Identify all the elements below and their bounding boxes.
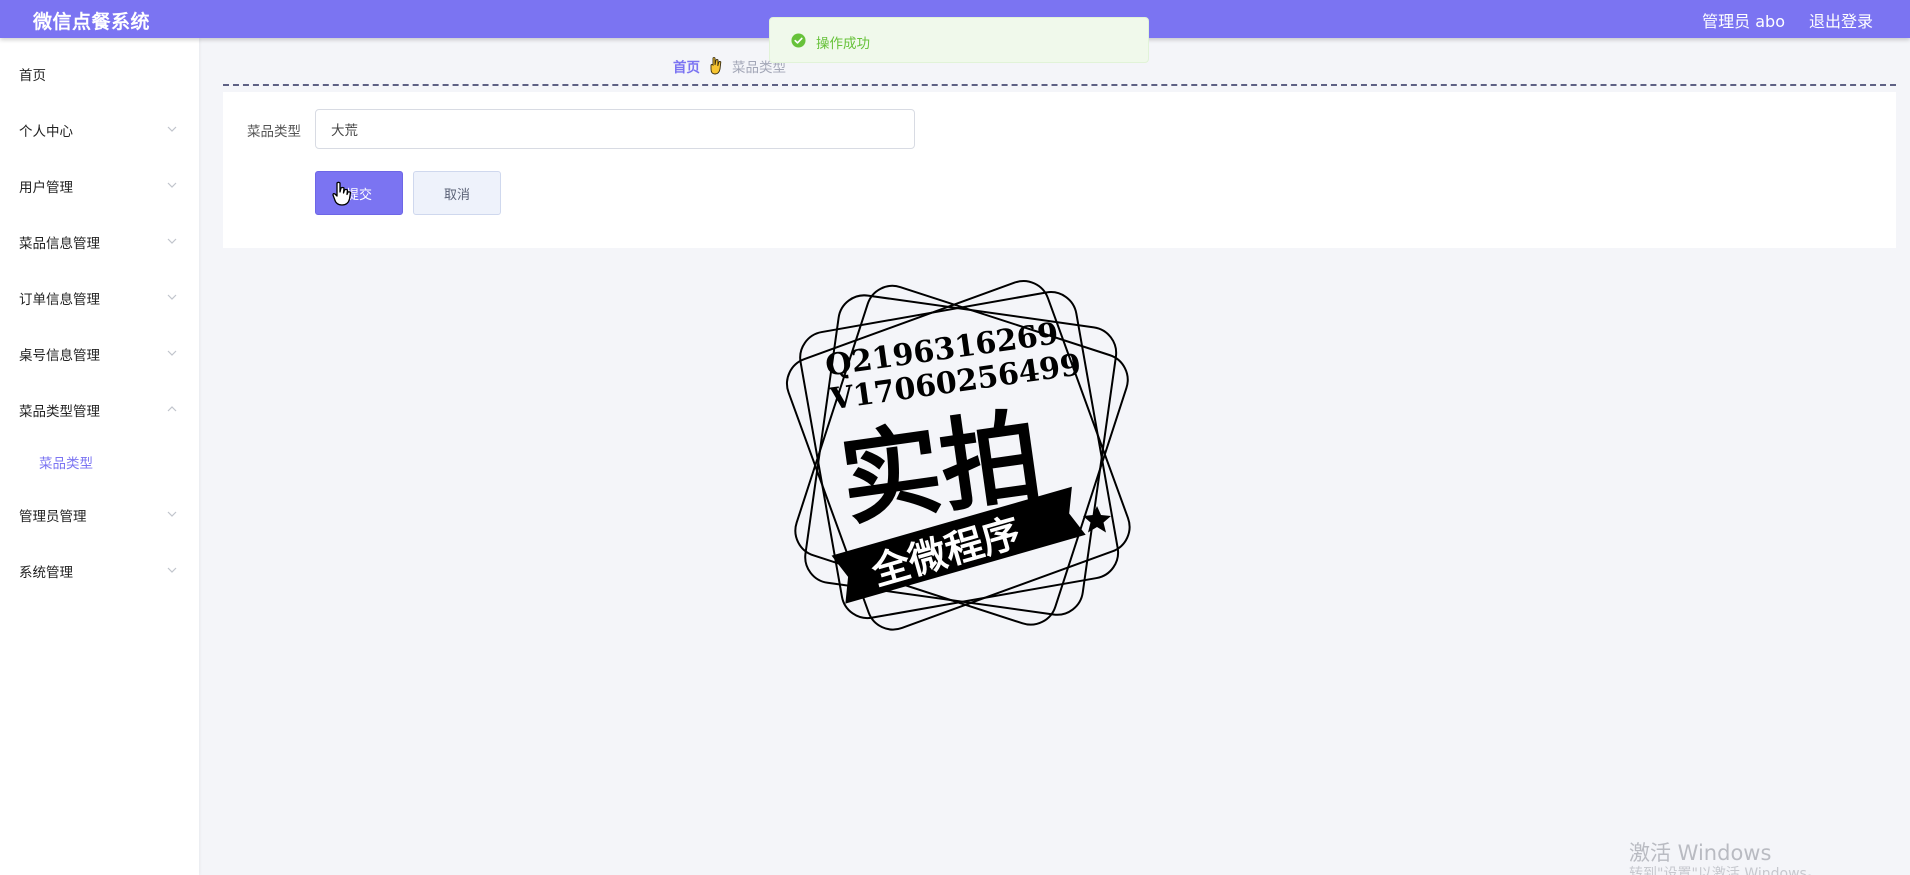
success-check-icon <box>791 33 806 48</box>
dish-type-input[interactable] <box>315 109 915 149</box>
sidebar-item-order-info[interactable]: 订单信息管理 <box>0 280 199 316</box>
chevron-down-icon <box>166 235 178 247</box>
sidebar-item-label: 菜品类型 <box>39 456 93 472</box>
sidebar-item-label: 个人中心 <box>19 124 73 140</box>
sidebar-item-dish-type-management[interactable]: 菜品类型管理 <box>0 392 199 428</box>
submit-button[interactable]: 提交 <box>315 171 403 215</box>
sidebar-item-label: 系统管理 <box>19 565 73 581</box>
toast-message: 操作成功 <box>816 36 870 52</box>
stamp-watermark: Q2196316269 V17060256499 实拍 全微程序 <box>786 280 1131 631</box>
sidebar-item-label: 管理员管理 <box>19 509 87 525</box>
sidebar-item-label: 订单信息管理 <box>19 292 100 308</box>
hand-icon <box>710 56 722 75</box>
chevron-down-icon <box>166 291 178 303</box>
sidebar-item-dish-info[interactable]: 菜品信息管理 <box>0 224 199 260</box>
chevron-down-icon <box>166 508 178 520</box>
app-title: 微信点餐系统 <box>33 11 151 33</box>
chevron-down-icon <box>166 347 178 359</box>
breadcrumb-home-link[interactable]: 首页 <box>673 56 700 76</box>
chevron-up-icon <box>166 403 178 415</box>
sidebar-item-label: 菜品信息管理 <box>19 236 100 252</box>
sidebar-item-admin-management[interactable]: 管理员管理 <box>0 497 199 533</box>
sidebar-item-label: 首页 <box>19 68 46 84</box>
sidebar-item-label: 桌号信息管理 <box>19 348 100 364</box>
sidebar-item-label: 用户管理 <box>19 180 73 196</box>
cancel-button[interactable]: 取消 <box>413 171 501 215</box>
user-menu[interactable]: 管理员 abo <box>1702 8 1785 32</box>
windows-activation-subtext: 转到"设置"以激活 Windows。 <box>1629 866 1821 875</box>
sidebar-item-table-info[interactable]: 桌号信息管理 <box>0 336 199 372</box>
chevron-down-icon <box>166 564 178 576</box>
top-right-actions: 管理员 abo 退出登录 <box>1702 8 1873 32</box>
logout-button[interactable]: 退出登录 <box>1809 8 1873 32</box>
success-toast: 操作成功 <box>769 17 1149 63</box>
breadcrumb-divider <box>223 84 1896 86</box>
chevron-down-icon <box>166 179 178 191</box>
hand-pointer-cursor-icon <box>332 181 352 206</box>
dish-type-label: 菜品类型 <box>247 124 301 140</box>
sidebar-item-system-management[interactable]: 系统管理 <box>0 553 199 589</box>
sidebar-item-label: 菜品类型管理 <box>19 404 100 420</box>
sidebar-item-personal-center[interactable]: 个人中心 <box>0 112 199 148</box>
sidebar-subitem-dish-type[interactable]: 菜品类型 <box>0 444 199 480</box>
chevron-down-icon <box>166 123 178 135</box>
sidebar-item-user-management[interactable]: 用户管理 <box>0 168 199 204</box>
sidebar: 首页 个人中心 用户管理 菜品信息管理 订单信息管理 桌号信息管理 菜品类型管理… <box>0 38 199 875</box>
sidebar-item-home[interactable]: 首页 <box>0 56 199 92</box>
